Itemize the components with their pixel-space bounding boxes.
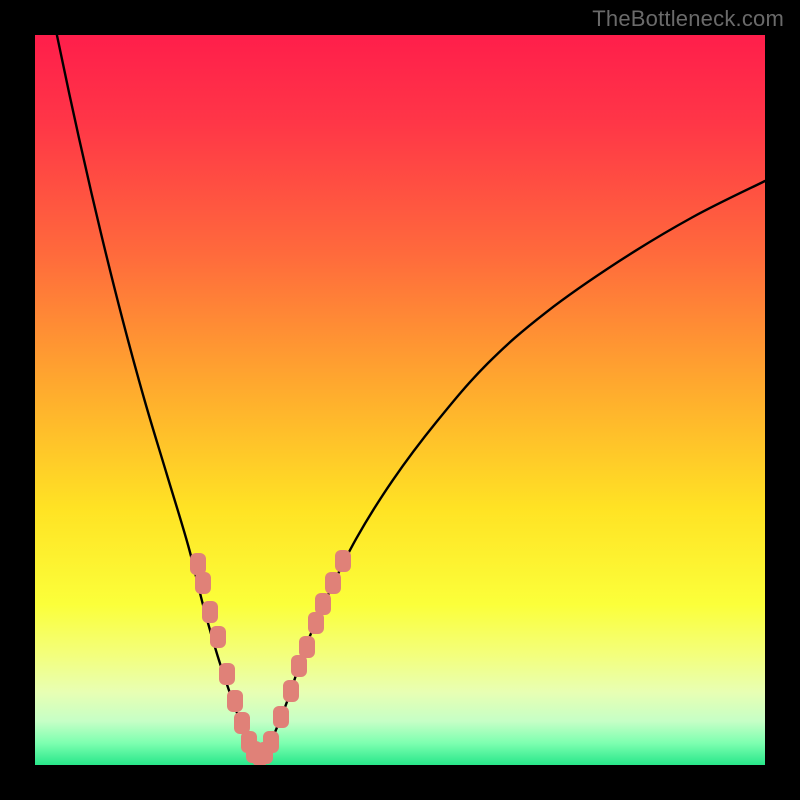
data-marker <box>325 572 341 594</box>
data-marker <box>263 731 279 753</box>
data-marker <box>283 680 299 702</box>
data-marker <box>273 706 289 728</box>
data-marker <box>202 601 218 623</box>
data-marker <box>299 636 315 658</box>
chart-frame: TheBottleneck.com <box>0 0 800 800</box>
bottleneck-curve <box>35 35 765 757</box>
watermark-text: TheBottleneck.com <box>592 6 784 32</box>
curve-layer <box>35 35 765 765</box>
data-marker <box>219 663 235 685</box>
data-marker <box>195 572 211 594</box>
data-marker <box>315 593 331 615</box>
data-marker <box>210 626 226 648</box>
plot-area <box>35 35 765 765</box>
data-marker <box>227 690 243 712</box>
data-marker <box>335 550 351 572</box>
data-marker <box>291 655 307 677</box>
